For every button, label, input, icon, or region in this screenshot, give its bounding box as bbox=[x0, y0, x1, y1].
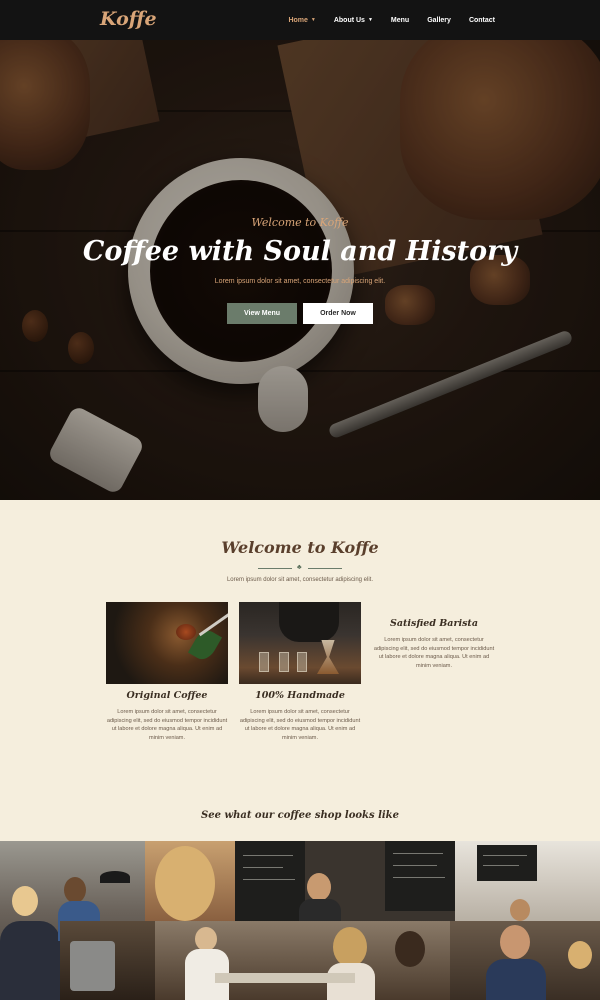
hero-subtitle: Welcome to Koffe bbox=[251, 216, 349, 229]
chevron-down-icon: ▼ bbox=[310, 17, 316, 23]
divider-line bbox=[258, 568, 292, 569]
feature-text: Lorem ipsum dolor sit amet, consectetur … bbox=[373, 637, 495, 669]
person-head bbox=[195, 927, 217, 951]
person-head bbox=[12, 886, 38, 916]
glass bbox=[279, 652, 289, 672]
site-logo[interactable]: Koffe bbox=[100, 8, 157, 30]
nav-item-gallery[interactable]: Gallery bbox=[427, 17, 451, 24]
gallery-photo[interactable] bbox=[235, 841, 455, 921]
divider-line bbox=[308, 568, 342, 569]
chalk-line bbox=[243, 879, 295, 880]
person-hair bbox=[568, 941, 592, 969]
chalk-line bbox=[393, 865, 437, 866]
gallery-photo[interactable] bbox=[145, 841, 235, 921]
person-body bbox=[0, 921, 60, 1000]
spice-bowl bbox=[176, 624, 196, 640]
gallery-heading: See what our coffee shop looks like bbox=[201, 810, 399, 821]
hero-overlay bbox=[0, 40, 600, 500]
hero-title: Coffee with Soul and History bbox=[82, 236, 518, 267]
coffee-spices-image bbox=[106, 602, 228, 684]
nav-item-label: Gallery bbox=[427, 16, 451, 24]
nav-item-label: Contact bbox=[468, 16, 495, 24]
feature-text: Lorem ipsum dolor sit amet, consectetur … bbox=[239, 709, 361, 741]
feature-title: Satisfied Barista bbox=[390, 618, 478, 629]
chemex-brewer bbox=[317, 640, 339, 674]
top-navbar: Koffe Home ▼ About Us ▼ Menu Gallery Con… bbox=[0, 0, 600, 40]
section-title: Welcome to Koffe bbox=[221, 538, 379, 557]
leaf-icon: ♣ bbox=[297, 564, 302, 571]
chevron-down-icon: ▼ bbox=[367, 17, 373, 23]
section-description: Lorem ipsum dolor sit amet, consectetur … bbox=[226, 577, 374, 583]
menu-board bbox=[477, 845, 537, 881]
title-divider: ♣ bbox=[258, 564, 342, 571]
person-hair bbox=[155, 846, 215, 921]
shop-gallery bbox=[0, 841, 600, 1000]
person-head bbox=[510, 899, 530, 921]
order-now-button[interactable]: Order Now bbox=[303, 303, 373, 324]
person-head bbox=[500, 925, 530, 959]
nav-item-about[interactable]: About Us ▼ bbox=[334, 17, 373, 24]
feature-title: 100% Handmade bbox=[255, 690, 345, 701]
chalkboard bbox=[235, 841, 305, 921]
gallery-photo[interactable] bbox=[455, 841, 600, 921]
pendant-lamp bbox=[100, 871, 130, 883]
person-hair bbox=[395, 931, 425, 967]
feature-text: Lorem ipsum dolor sit amet, consectetur … bbox=[106, 709, 228, 741]
hero-section: Welcome to Koffe Coffee with Soul and Hi… bbox=[0, 40, 600, 500]
gallery-photo[interactable] bbox=[60, 921, 155, 1000]
person-head bbox=[64, 877, 86, 903]
person-body bbox=[486, 959, 546, 1000]
nav-item-home[interactable]: Home ▼ bbox=[288, 17, 315, 24]
gallery-photo[interactable] bbox=[155, 921, 450, 1000]
chalkboard bbox=[385, 841, 455, 911]
nav-item-contact[interactable]: Contact bbox=[469, 17, 495, 24]
gallery-photo[interactable] bbox=[450, 921, 600, 1000]
barista-image bbox=[239, 602, 361, 684]
nav-item-menu[interactable]: Menu bbox=[391, 17, 409, 24]
barista-figure bbox=[279, 602, 339, 642]
chalk-line bbox=[243, 867, 283, 868]
counter bbox=[215, 973, 355, 983]
view-menu-button[interactable]: View Menu bbox=[227, 303, 297, 324]
glass bbox=[259, 652, 269, 672]
chalk-line bbox=[483, 855, 527, 856]
person-body bbox=[299, 899, 341, 921]
glass bbox=[297, 652, 307, 672]
chalk-line bbox=[243, 855, 293, 856]
person-hair bbox=[333, 927, 367, 967]
feature-title: Original Coffee bbox=[126, 690, 208, 701]
nav-item-label: Menu bbox=[390, 16, 410, 24]
nav-item-label: About Us bbox=[333, 16, 365, 24]
person-head bbox=[307, 873, 331, 901]
espresso-machine bbox=[70, 941, 115, 991]
chalk-line bbox=[393, 877, 445, 878]
chalk-line bbox=[393, 853, 443, 854]
hero-description: Lorem ipsum dolor sit amet, consectetur … bbox=[214, 278, 386, 285]
nav-item-label: Home bbox=[288, 16, 308, 24]
main-menu: Home ▼ About Us ▼ Menu Gallery Contact bbox=[270, 0, 495, 40]
chalk-line bbox=[483, 865, 519, 866]
